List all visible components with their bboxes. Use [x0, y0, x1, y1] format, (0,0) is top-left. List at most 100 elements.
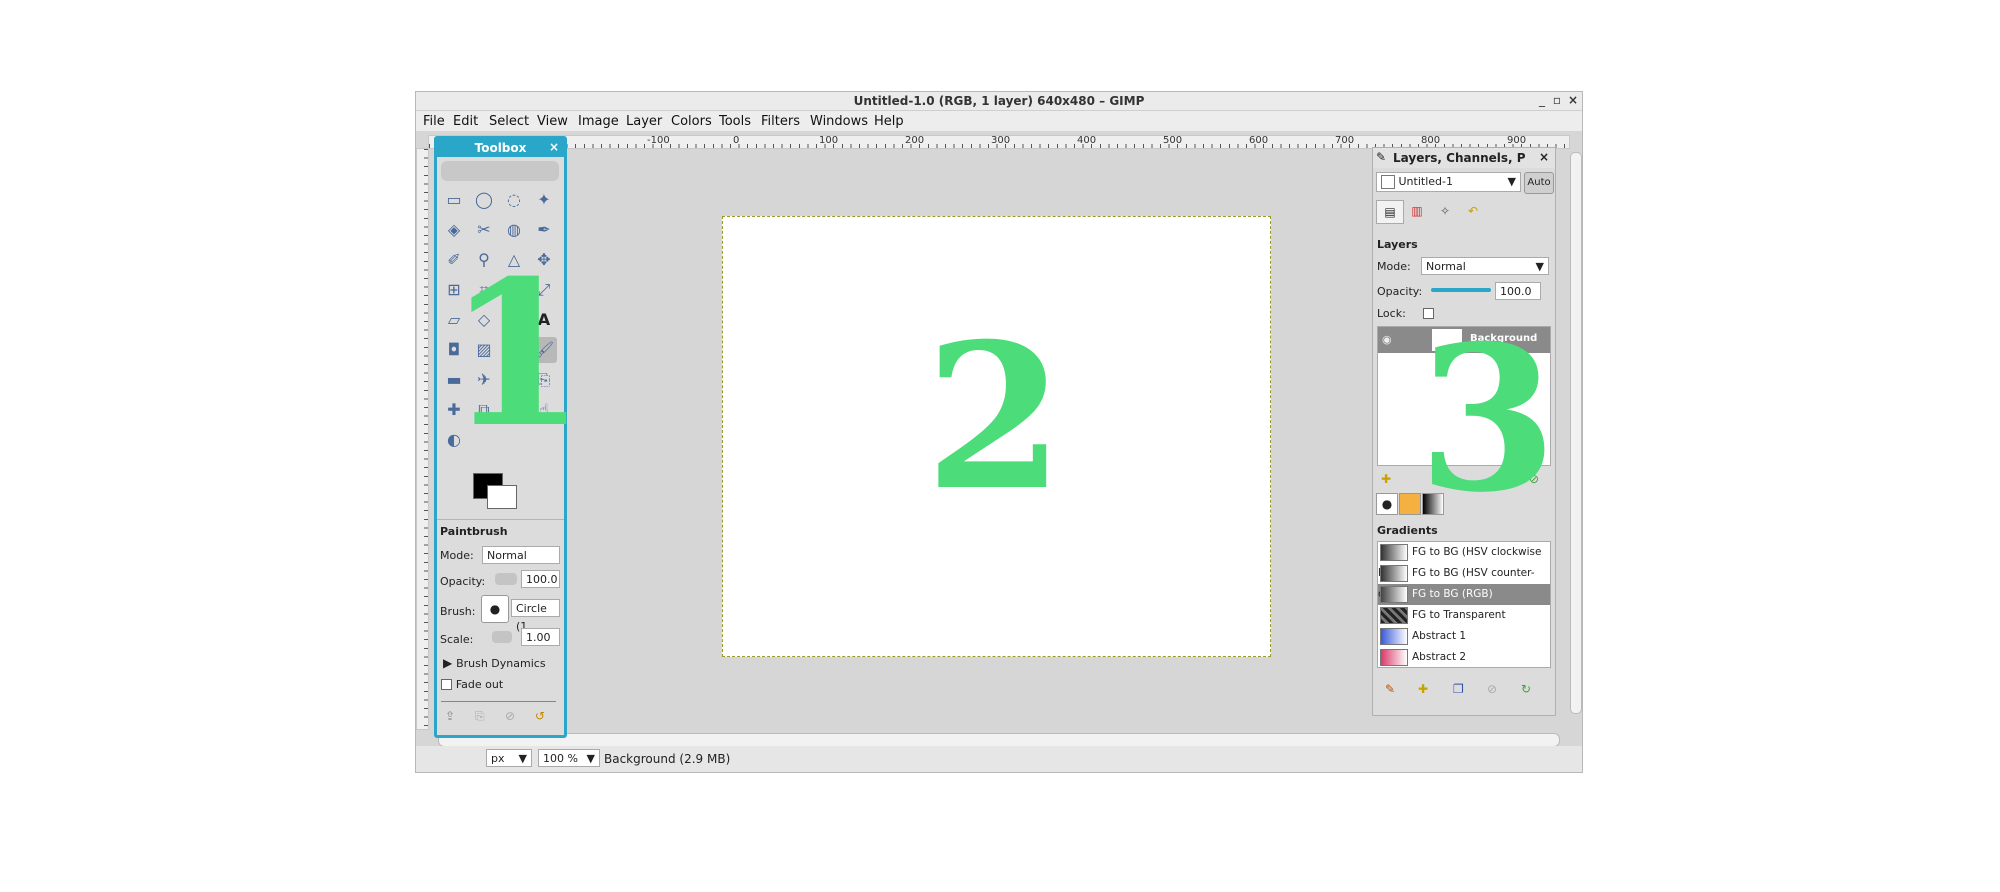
overlay-number-1: 1	[447, 237, 587, 472]
rect-select-tool-icon[interactable]: ▭	[441, 187, 467, 213]
brush-circle-icon: ●	[1381, 497, 1393, 511]
gradient-swatch	[1380, 606, 1408, 624]
brush-name[interactable]: Circle (1	[511, 599, 560, 633]
free-select-tool-icon[interactable]: ◌	[501, 187, 527, 213]
layers-opacity-input[interactable]: 100.0	[1495, 282, 1541, 300]
brush-dynamics-label: Brush Dynamics	[456, 657, 546, 670]
reset-options-icon[interactable]: ↺	[535, 709, 545, 723]
toolbox-close-button[interactable]: ×	[549, 140, 559, 154]
vertical-scrollbar[interactable]	[1570, 152, 1582, 714]
menu-image[interactable]: Image	[578, 114, 619, 129]
vertical-ruler[interactable]	[416, 148, 429, 730]
unit-select[interactable]: px ▼	[486, 749, 532, 767]
dropdown-arrow-icon: ▼	[518, 752, 527, 765]
tab-channels[interactable]: ▥	[1404, 200, 1430, 222]
menu-view[interactable]: View	[537, 114, 568, 129]
menu-select[interactable]: Select	[489, 114, 529, 129]
tab-undo-history[interactable]: ↶	[1460, 200, 1486, 222]
ruler-label: 400	[1077, 135, 1097, 146]
mode-select[interactable]: Normal	[482, 546, 560, 564]
image-thumbnail	[1381, 175, 1395, 189]
ruler-label: 500	[1163, 135, 1183, 146]
gradient-item[interactable]: FG to BG (RGB)	[1378, 584, 1550, 605]
fade-out-checkbox[interactable]	[441, 679, 452, 690]
scale-input[interactable]: 1.00	[521, 628, 560, 646]
new-layer-icon[interactable]: ✚	[1381, 472, 1391, 486]
gradient-name: Abstract 1	[1412, 630, 1467, 642]
ruler-label: 300	[991, 135, 1011, 146]
ruler-label: 0	[733, 135, 740, 146]
gradients-list: FG to BG (HSV clockwise huFG to BG (HSV …	[1377, 541, 1551, 668]
brush-dynamics-expander[interactable]: ▶ Brush Dynamics	[443, 656, 546, 670]
gradient-item[interactable]: FG to BG (HSV counter-cloc	[1378, 563, 1550, 600]
restore-options-icon[interactable]: ⎘	[475, 709, 485, 724]
window-title: Untitled-1.0 (RGB, 1 layer) 640x480 – GI…	[853, 94, 1145, 108]
opacity-input[interactable]: 100.0	[521, 570, 560, 588]
triangle-right-icon: ▶	[443, 656, 453, 670]
visibility-eye-icon[interactable]: ◉	[1382, 333, 1392, 346]
tab-layers[interactable]: ▤	[1376, 200, 1404, 224]
menu-filters[interactable]: Filters	[761, 114, 800, 129]
gradient-swatch	[1380, 648, 1408, 666]
duplicate-gradient-icon[interactable]: ❐	[1453, 682, 1464, 696]
undo-history-icon: ↶	[1467, 204, 1479, 218]
overlay-number-2: 2	[925, 300, 1065, 535]
title-bar: Untitled-1.0 (RGB, 1 layer) 640x480 – GI…	[416, 92, 1582, 111]
close-button[interactable]: ×	[1566, 93, 1580, 107]
opacity-slider[interactable]	[495, 573, 517, 585]
brush-preview-button[interactable]: ●	[481, 595, 509, 623]
menu-edit[interactable]: Edit	[453, 114, 478, 129]
zoom-value: 100 %	[543, 752, 578, 765]
ellipse-select-tool-icon[interactable]: ◯	[471, 187, 497, 213]
edit-gradient-icon[interactable]: ✎	[1385, 682, 1395, 696]
gradient-name: FG to Transparent	[1412, 609, 1506, 621]
divider	[441, 701, 556, 702]
gradient-item[interactable]: Abstract 1	[1378, 626, 1550, 647]
layers-mode-select[interactable]: Normal ▼	[1421, 257, 1549, 275]
dropdown-arrow-icon: ▼	[1507, 175, 1516, 188]
menu-colors[interactable]: Colors	[671, 114, 712, 129]
new-gradient-icon[interactable]: ✚	[1418, 682, 1428, 696]
dock-title-bar: ✎ Layers, Channels, P ×	[1373, 148, 1555, 168]
menu-file[interactable]: File	[423, 114, 445, 129]
tab-paths[interactable]: ✧	[1432, 200, 1458, 222]
ruler-label: 600	[1249, 135, 1269, 146]
menu-help[interactable]: Help	[874, 114, 904, 129]
brush-label: Brush:	[440, 605, 476, 618]
dropdown-arrow-icon: ▼	[1535, 260, 1544, 273]
maximize-button[interactable]: ▫	[1550, 93, 1564, 107]
paths-tab-icon: ✧	[1439, 204, 1451, 218]
gradient-name: FG to BG (RGB)	[1412, 588, 1493, 600]
mode-label: Mode:	[440, 549, 474, 562]
gradient-item[interactable]: FG to BG (HSV clockwise hu	[1378, 542, 1550, 579]
divider	[437, 519, 564, 520]
layers-opacity-slider[interactable]	[1431, 288, 1491, 292]
scale-slider[interactable]	[492, 631, 512, 643]
gradient-swatch	[1380, 585, 1408, 603]
minimize-button[interactable]: _	[1535, 93, 1549, 107]
layers-tab-icon: ▤	[1384, 205, 1396, 219]
save-options-icon[interactable]: ⇪	[445, 709, 455, 723]
image-select[interactable]: Untitled-1 ▼	[1376, 172, 1521, 192]
fade-out-checkbox-row[interactable]: Fade out	[441, 677, 503, 691]
fade-out-label: Fade out	[455, 678, 504, 691]
gradient-item[interactable]: FG to Transparent	[1378, 605, 1550, 626]
delete-gradient-icon[interactable]: ⊘	[1487, 682, 1497, 696]
dock-close-button[interactable]: ×	[1539, 150, 1549, 164]
dropdown-arrow-icon: ▼	[586, 752, 595, 765]
zoom-select[interactable]: 100 % ▼	[538, 749, 600, 767]
gradient-item[interactable]: Abstract 2	[1378, 647, 1550, 667]
horizontal-scrollbar[interactable]	[438, 733, 1560, 747]
auto-button[interactable]: Auto	[1524, 172, 1554, 194]
menu-bar: File Edit Select View Image Layer Colors…	[416, 111, 1582, 131]
menu-tools[interactable]: Tools	[719, 114, 751, 129]
delete-options-icon[interactable]: ⊘	[505, 709, 515, 723]
menu-layer[interactable]: Layer	[626, 114, 662, 129]
fuzzy-select-tool-icon[interactable]: ✦	[531, 187, 557, 213]
background-color-swatch[interactable]	[487, 485, 517, 509]
refresh-gradients-icon[interactable]: ↻	[1521, 682, 1531, 696]
toolbox-title: Toolbox	[437, 139, 564, 157]
ruler-label: 100	[819, 135, 839, 146]
tab-brushes[interactable]: ●	[1376, 493, 1398, 515]
menu-windows[interactable]: Windows	[810, 114, 868, 129]
